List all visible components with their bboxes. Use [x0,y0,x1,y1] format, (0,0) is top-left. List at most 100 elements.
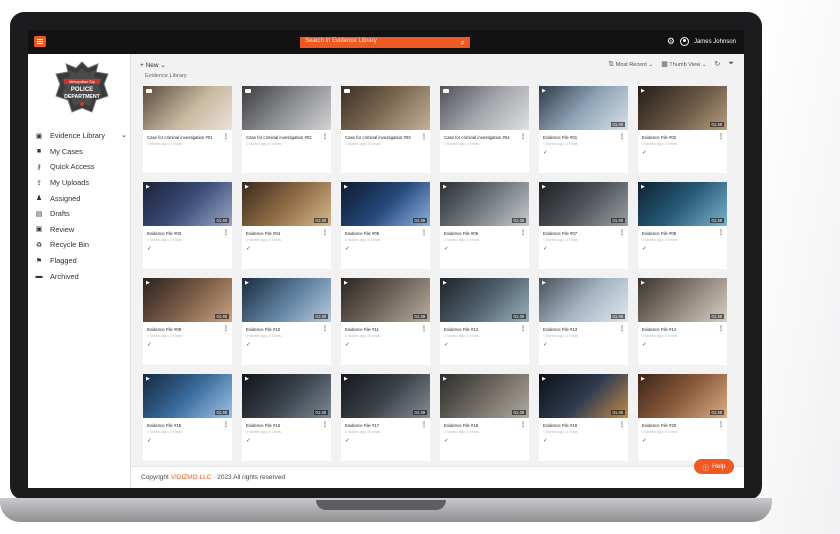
card-thumbnail[interactable]: ▶ 01:49 [539,374,628,418]
more-options-icon[interactable]: ⋮ [520,229,526,236]
sidebar-item-recycle-bin[interactable]: ♻ Recycle Bin [34,237,131,253]
evidence-card[interactable]: ▶ 01:49 Evidence File #20 1 Months ago | 0 … [638,374,727,461]
evidence-card[interactable]: ▶ 01:49 Evidence File #04 1 Months ago | 0 … [242,182,331,269]
evidence-card[interactable]: Case for criminal investigation #02 1 Mon… [242,86,331,173]
more-options-icon[interactable]: ⋮ [520,421,526,428]
settings-gear-icon[interactable]: ⚙ [667,36,675,47]
evidence-card[interactable]: ▶ 01:49 Evidence File #18 1 Months ago | 0 … [440,374,529,461]
card-title[interactable]: Evidence File #02 [642,135,676,140]
card-title[interactable]: Evidence File #19 [543,423,577,428]
card-title[interactable]: Evidence File #09 [147,327,181,332]
evidence-card[interactable]: ▶ 01:49 Evidence File #08 1 Months ago | 0 … [638,182,727,269]
sidebar-item-flagged[interactable]: ⚑ Flagged [34,253,131,269]
more-options-icon[interactable]: ⋮ [718,421,724,428]
more-options-icon[interactable]: ⋮ [718,133,724,140]
card-thumbnail[interactable]: ▶ 01:49 [242,182,331,226]
sort-dropdown[interactable]: ⇅ Most Recent ⌄ [608,60,653,68]
card-title[interactable]: Case for criminal investigation #02 [246,135,312,140]
more-options-icon[interactable]: ⋮ [223,325,229,332]
card-thumbnail[interactable]: ▶ 01:49 [341,374,430,418]
user-avatar-icon[interactable] [679,37,689,46]
card-thumbnail[interactable] [143,86,232,130]
evidence-card[interactable]: Case for criminal investigation #03 1 Mon… [341,86,430,173]
more-options-icon[interactable]: ⋮ [322,325,328,332]
card-title[interactable]: Evidence File #04 [246,231,280,236]
card-title[interactable]: Evidence File #15 [147,423,181,428]
evidence-card[interactable]: ▶ 01:49 Evidence File #02 1 Months ago | 0 … [638,86,727,173]
card-thumbnail[interactable]: ▶ 01:49 [143,278,232,322]
more-options-icon[interactable]: ⋮ [421,229,427,236]
evidence-card[interactable]: ▶ 01:49 Evidence File #10 1 Months ago | 0 … [242,278,331,365]
card-title[interactable]: Evidence File #20 [642,423,676,428]
more-options-icon[interactable]: ⋮ [421,133,427,140]
evidence-card[interactable]: ▶ 01:49 Evidence File #07 1 Months ago | 0 … [539,182,628,269]
card-thumbnail[interactable]: ▶ 01:49 [440,182,529,226]
card-thumbnail[interactable]: ▶ 01:49 [638,86,727,130]
card-thumbnail[interactable]: ▶ 01:49 [143,182,232,226]
evidence-card[interactable]: ▶ 01:49 Evidence File #03 1 Months ago | 0 … [143,182,232,269]
search-icon[interactable]: ⌕ [461,37,465,48]
more-options-icon[interactable]: ⋮ [322,229,328,236]
card-thumbnail[interactable] [242,86,331,130]
card-title[interactable]: Evidence File #05 [345,231,379,236]
card-thumbnail[interactable]: ▶ 01:49 [143,374,232,418]
evidence-card[interactable]: ▶ 01:49 Evidence File #17 1 Months ago | 0 … [341,374,430,461]
more-options-icon[interactable]: ⋮ [718,229,724,236]
sidebar-item-assigned[interactable]: ♟ Assigned [34,190,131,206]
card-title[interactable]: Evidence File #10 [246,327,280,332]
view-dropdown[interactable]: ▦ Thumb View ⌄ [661,60,706,68]
copyright-brand-link[interactable]: VIDIZMO LLC [171,474,212,481]
more-options-icon[interactable]: ⋮ [619,133,625,140]
evidence-card[interactable]: ▶ 01:49 Evidence File #06 1 Months ago | 0 … [440,182,529,269]
evidence-card[interactable]: ▶ 01:49 Evidence File #05 1 Months ago | 0 … [341,182,430,269]
card-title[interactable]: Evidence File #17 [345,423,379,428]
evidence-card[interactable]: ▶ 01:49 Evidence File #19 1 Months ago | 0 … [539,374,628,461]
card-title[interactable]: Evidence File #06 [444,231,478,236]
card-title[interactable]: Evidence File #13 [543,327,577,332]
filter-icon[interactable]: ⏷ [728,60,734,68]
card-thumbnail[interactable]: ▶ 01:49 [341,182,430,226]
more-options-icon[interactable]: ⋮ [520,325,526,332]
evidence-card[interactable]: Case for criminal investigation #04 1 Mon… [440,86,529,173]
card-thumbnail[interactable]: ▶ 01:49 [638,374,727,418]
more-options-icon[interactable]: ⋮ [718,325,724,332]
card-title[interactable]: Case for criminal investigation #04 [444,135,510,140]
new-button[interactable]: + New ⌄ [140,61,166,69]
search-bar[interactable]: Search in Evidence Library ⌕ [300,37,470,48]
chevron-down-icon[interactable]: ⌄ [121,131,127,139]
evidence-card[interactable]: ▶ 01:49 Evidence File #12 1 Months ago | 0 … [440,278,529,365]
evidence-card[interactable]: ▶ 01:49 Evidence File #16 1 Months ago | 0 … [242,374,331,461]
card-thumbnail[interactable] [341,86,430,130]
evidence-card[interactable]: ▶ 01:49 Evidence File #15 1 Months ago | 0 … [143,374,232,461]
card-title[interactable]: Evidence File #16 [246,423,280,428]
card-thumbnail[interactable]: ▶ 01:49 [539,278,628,322]
more-options-icon[interactable]: ⋮ [619,421,625,428]
evidence-card[interactable]: Case for criminal investigation #01 1 Mon… [143,86,232,173]
more-options-icon[interactable]: ⋮ [223,421,229,428]
card-title[interactable]: Evidence File #08 [642,231,676,236]
card-title[interactable]: Evidence File #11 [345,327,379,332]
card-title[interactable]: Evidence File #12 [444,327,478,332]
card-title[interactable]: Evidence File #01 [543,135,577,140]
evidence-card[interactable]: ▶ 01:49 Evidence File #01 1 Months ago | 0 … [539,86,628,173]
more-options-icon[interactable]: ⋮ [520,133,526,140]
card-title[interactable]: Case for criminal investigation #01 [147,135,213,140]
card-thumbnail[interactable]: ▶ 01:49 [440,374,529,418]
card-thumbnail[interactable]: ▶ 01:49 [539,86,628,130]
evidence-card[interactable]: ▶ 01:49 Evidence File #09 1 Months ago | 0 … [143,278,232,365]
more-options-icon[interactable]: ⋮ [322,421,328,428]
sidebar-item-drafts[interactable]: ▤ Drafts [34,206,131,222]
evidence-card[interactable]: ▶ 01:49 Evidence File #14 1 Months ago | 0 … [638,278,727,365]
sidebar-item-quick-access[interactable]: ⚷ Quick Access [34,159,131,175]
card-thumbnail[interactable] [440,86,529,130]
more-options-icon[interactable]: ⋮ [619,325,625,332]
card-title[interactable]: Evidence File #03 [147,231,181,236]
user-name[interactable]: James Johnson [694,39,736,45]
card-thumbnail[interactable]: ▶ 01:49 [341,278,430,322]
sidebar-item-review[interactable]: ▣ Review [34,222,131,238]
card-thumbnail[interactable]: ▶ 01:49 [242,374,331,418]
search-input[interactable]: Search in Evidence Library [305,38,377,44]
help-button[interactable]: ⓘ Help [694,459,734,474]
card-thumbnail[interactable]: ▶ 01:49 [242,278,331,322]
evidence-card[interactable]: ▶ 01:49 Evidence File #13 1 Months ago | 0 … [539,278,628,365]
